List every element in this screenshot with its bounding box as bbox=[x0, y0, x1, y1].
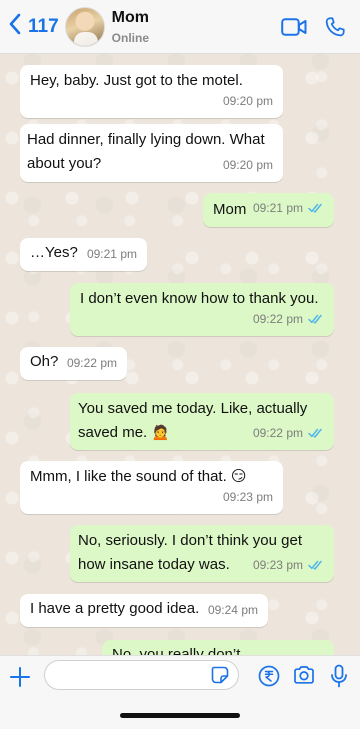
read-ticks-icon bbox=[308, 560, 324, 570]
message-time: 09:20 pm bbox=[222, 158, 273, 172]
message-time: 09:21 pm bbox=[253, 196, 324, 220]
message-time: 09:22 pm bbox=[253, 307, 324, 331]
read-ticks-icon bbox=[308, 203, 324, 213]
message-time: 09:23 pm bbox=[222, 490, 273, 504]
home-indicator[interactable] bbox=[120, 713, 240, 718]
message-input[interactable] bbox=[44, 660, 239, 690]
message-bubble-incoming[interactable]: Hey, baby. Just got to the motel. 09:20 … bbox=[20, 65, 283, 118]
message-text: …Yes? bbox=[30, 244, 78, 261]
message-time: 09:22 pm bbox=[253, 421, 324, 445]
phone-icon[interactable] bbox=[324, 16, 346, 38]
back-button[interactable]: 117 bbox=[8, 7, 59, 47]
message-text: No, you really don’t. bbox=[112, 646, 245, 655]
message-bubble-outgoing[interactable]: No, seriously. I don’t think you get how… bbox=[70, 525, 334, 582]
avatar[interactable] bbox=[64, 6, 105, 47]
message-list[interactable]: Hey, baby. Just got to the motel. 09:20 … bbox=[0, 54, 360, 655]
chat-header: 117 Mom Online bbox=[0, 0, 360, 54]
message-bubble-incoming[interactable]: I have a pretty good idea. 09:24 pm bbox=[20, 594, 268, 627]
compose-bar bbox=[0, 655, 360, 729]
chevron-left-icon bbox=[8, 13, 22, 40]
message-time: 09:21 pm bbox=[86, 247, 137, 261]
plus-icon[interactable] bbox=[9, 666, 31, 693]
unread-count: 117 bbox=[28, 15, 59, 37]
message-time: 09:20 pm bbox=[222, 94, 273, 108]
message-bubble-incoming[interactable]: Had dinner, finally lying down. What abo… bbox=[20, 124, 283, 182]
read-ticks-icon bbox=[308, 428, 324, 438]
video-camera-icon[interactable] bbox=[281, 17, 307, 36]
camera-icon[interactable] bbox=[293, 665, 315, 690]
message-bubble-outgoing[interactable]: I don’t even know how to thank you. 09:2… bbox=[70, 283, 334, 336]
message-bubble-incoming[interactable]: …Yes? 09:21 pm bbox=[20, 238, 147, 271]
microphone-icon[interactable] bbox=[330, 664, 348, 693]
message-text: Mmm, I like the sound of that. 😏 bbox=[30, 468, 247, 485]
sticker-icon[interactable] bbox=[211, 666, 229, 689]
contact-status: Online bbox=[111, 30, 149, 45]
message-bubble-outgoing[interactable]: You saved me today. Like, actually saved… bbox=[70, 393, 334, 450]
message-bubble-incoming[interactable]: Mmm, I like the sound of that. 😏 09:23 p… bbox=[20, 461, 283, 514]
contact-name: Mom bbox=[111, 8, 149, 26]
read-ticks-icon bbox=[308, 314, 324, 324]
message-time: 09:23 pm bbox=[253, 553, 324, 577]
message-bubble-outgoing[interactable]: No, you really don’t. bbox=[102, 640, 334, 655]
message-bubble-outgoing[interactable]: Mom 09:21 pm bbox=[203, 193, 334, 227]
message-text: Hey, baby. Just got to the motel. bbox=[30, 72, 243, 89]
rupee-icon[interactable] bbox=[258, 665, 280, 692]
message-text: Oh? bbox=[30, 353, 59, 370]
contact-info[interactable]: Mom Online bbox=[112, 8, 149, 46]
message-text: Mom bbox=[213, 201, 247, 218]
message-text: I have a pretty good idea. bbox=[30, 600, 200, 617]
header-actions bbox=[281, 16, 346, 38]
message-time: 09:22 pm bbox=[66, 356, 117, 370]
message-time: 09:24 pm bbox=[207, 603, 258, 617]
message-bubble-incoming[interactable]: Oh? 09:22 pm bbox=[20, 347, 127, 380]
